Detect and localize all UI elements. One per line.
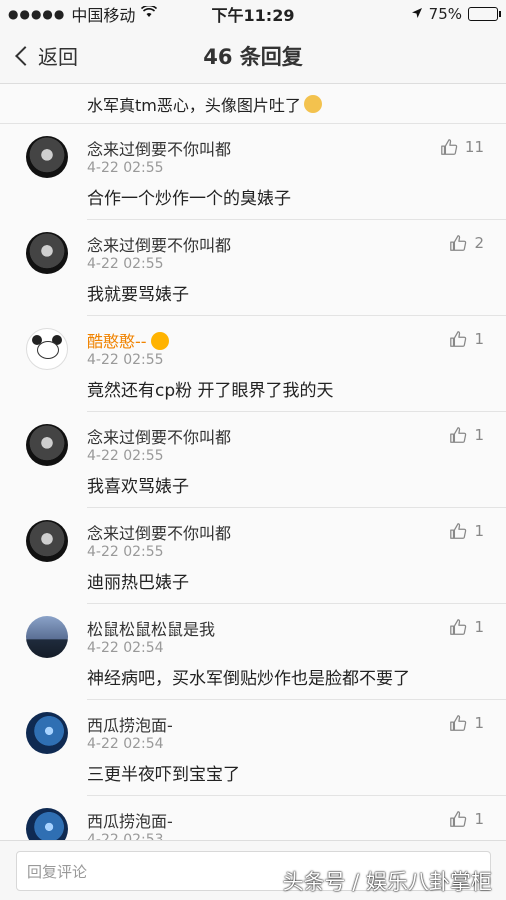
username-text: 松鼠松鼠松鼠是我 xyxy=(87,620,216,639)
comment-date: 4-22 02:55 xyxy=(87,544,164,560)
comment-item[interactable]: 念来过倒要不你叫都 4-22 02:55 我就要骂婊子 2 xyxy=(0,220,506,316)
comment-username[interactable]: 念来过倒要不你叫都 xyxy=(87,520,231,544)
like-count: 1 xyxy=(474,330,484,348)
reply-list[interactable]: 水军真tm恶心，头像图片吐了 念来过倒要不你叫都 4-22 02:55 合作一个炒作… xyxy=(0,84,506,840)
username-text: 念来过倒要不你叫都 xyxy=(87,140,232,159)
panda-face-icon xyxy=(37,341,59,359)
comment-text: 我喜欢骂婊子 xyxy=(87,477,189,497)
carrier-name: 中国移动 xyxy=(71,6,136,25)
chevron-left-icon xyxy=(15,45,35,66)
username-text: 酷憨憨-- xyxy=(87,332,147,351)
username-text: 念来过倒要不你叫都 xyxy=(87,236,232,255)
avatar[interactable] xyxy=(26,232,68,274)
navigation-bar: 返回 46 条回复 xyxy=(0,28,506,84)
thumbs-up-icon xyxy=(450,619,467,635)
username-text: 西瓜捞泡面- xyxy=(87,716,173,735)
like-count: 1 xyxy=(474,426,484,444)
comment-date: 4-22 02:55 xyxy=(87,160,164,176)
thumbs-up-icon xyxy=(450,235,467,251)
thumbs-up-icon xyxy=(441,139,458,155)
username-text: 念来过倒要不你叫都 xyxy=(87,524,232,543)
user-badge-icon xyxy=(150,332,169,350)
back-label: 返回 xyxy=(38,45,78,69)
status-right: 75% xyxy=(411,5,501,23)
comment-text: 迪丽热巴婊子 xyxy=(87,573,189,593)
comment-date: 4-22 02:54 xyxy=(87,640,164,656)
thumbs-up-icon xyxy=(450,331,467,347)
comment-text: 水军真tm恶心，头像图片吐了 xyxy=(87,95,301,115)
comment-text: 竟然还有cp粉 开了眼界了我的天 xyxy=(87,381,334,401)
comment-text: 神经病吧，买水军倒贴炒作也是脸都不要了 xyxy=(87,669,410,689)
like-count: 1 xyxy=(474,618,484,636)
like-count: 11 xyxy=(464,138,484,156)
like-button[interactable]: 1 xyxy=(449,714,484,732)
comment-item[interactable]: 松鼠松鼠松鼠是我 4-22 02:54 神经病吧，买水军倒贴炒作也是脸都不要了 1 xyxy=(0,604,506,700)
comment-username[interactable]: 念来过倒要不你叫都 xyxy=(87,136,231,160)
like-button[interactable]: 1 xyxy=(449,810,484,828)
thumbs-up-icon xyxy=(450,811,467,827)
comment-username[interactable]: 西瓜捞泡面- xyxy=(87,808,173,832)
wifi-icon xyxy=(141,4,158,22)
comments-container: 念来过倒要不你叫都 4-22 02:55 合作一个炒作一个的臭婊子 11 念来过倒要不你… xyxy=(0,124,506,840)
comment-date: 4-22 02:55 xyxy=(87,256,164,272)
like-button[interactable]: 11 xyxy=(440,138,484,156)
back-button[interactable]: 返回 xyxy=(12,41,78,70)
battery-icon xyxy=(468,7,501,21)
comment-item[interactable]: 念来过倒要不你叫都 4-22 02:55 迪丽热巴婊子 1 xyxy=(0,508,506,604)
comment-item[interactable]: 念来过倒要不你叫都 4-22 02:55 我喜欢骂婊子 1 xyxy=(0,412,506,508)
like-count: 1 xyxy=(474,714,484,732)
avatar[interactable] xyxy=(26,328,68,370)
like-button[interactable]: 1 xyxy=(449,426,484,444)
avatar[interactable] xyxy=(26,424,68,466)
avatar[interactable] xyxy=(26,808,68,840)
comment-date: 4-22 02:54 xyxy=(87,736,164,752)
comment-username[interactable]: 松鼠松鼠松鼠是我 xyxy=(87,616,215,640)
avatar[interactable] xyxy=(26,520,68,562)
crying-emoji-icon xyxy=(303,94,322,113)
like-button[interactable]: 2 xyxy=(449,234,484,252)
location-arrow-icon xyxy=(411,5,423,23)
comment-date: 4-22 02:55 xyxy=(87,352,164,368)
avatar[interactable] xyxy=(26,136,68,178)
partial-comment: 水军真tm恶心，头像图片吐了 xyxy=(0,84,506,124)
comment-date: 4-22 02:53 xyxy=(87,832,164,840)
comment-username[interactable]: 酷憨憨-- xyxy=(87,328,169,352)
avatar[interactable] xyxy=(26,616,68,658)
like-count: 1 xyxy=(474,810,484,828)
username-text: 西瓜捞泡面- xyxy=(87,812,173,831)
signal-strength-icon: ●●●●● xyxy=(8,7,66,21)
like-button[interactable]: 1 xyxy=(449,522,484,540)
comment-item[interactable]: 西瓜捞泡面- 4-22 02:53 1 xyxy=(0,796,506,840)
like-count: 2 xyxy=(474,234,484,252)
like-button[interactable]: 1 xyxy=(449,330,484,348)
battery-percent: 75% xyxy=(428,5,462,23)
like-count: 1 xyxy=(474,522,484,540)
comment-item[interactable]: 西瓜捞泡面- 4-22 02:54 三更半夜吓到宝宝了 1 xyxy=(0,700,506,796)
comment-date: 4-22 02:55 xyxy=(87,448,164,464)
comment-item[interactable]: 酷憨憨-- 4-22 02:55 竟然还有cp粉 开了眼界了我的天 1 xyxy=(0,316,506,412)
comment-username[interactable]: 西瓜捞泡面- xyxy=(87,712,173,736)
avatar[interactable] xyxy=(26,712,68,754)
watermark: 头条号 / 娱乐八卦掌柜 xyxy=(282,870,492,894)
username-text: 念来过倒要不你叫都 xyxy=(87,428,232,447)
comment-text: 三更半夜吓到宝宝了 xyxy=(87,765,240,785)
comment-username[interactable]: 念来过倒要不你叫都 xyxy=(87,424,231,448)
comment-text: 合作一个炒作一个的臭婊子 xyxy=(87,189,291,209)
comment-item[interactable]: 念来过倒要不你叫都 4-22 02:55 合作一个炒作一个的臭婊子 11 xyxy=(0,124,506,220)
comment-text: 我就要骂婊子 xyxy=(87,285,189,305)
like-button[interactable]: 1 xyxy=(449,618,484,636)
thumbs-up-icon xyxy=(450,427,467,443)
status-bar: ●●●●● 中国移动 下午11:29 75% xyxy=(0,0,506,28)
comment-username[interactable]: 念来过倒要不你叫都 xyxy=(87,232,231,256)
thumbs-up-icon xyxy=(450,715,467,731)
status-left: ●●●●● 中国移动 xyxy=(8,2,188,26)
thumbs-up-icon xyxy=(450,523,467,539)
